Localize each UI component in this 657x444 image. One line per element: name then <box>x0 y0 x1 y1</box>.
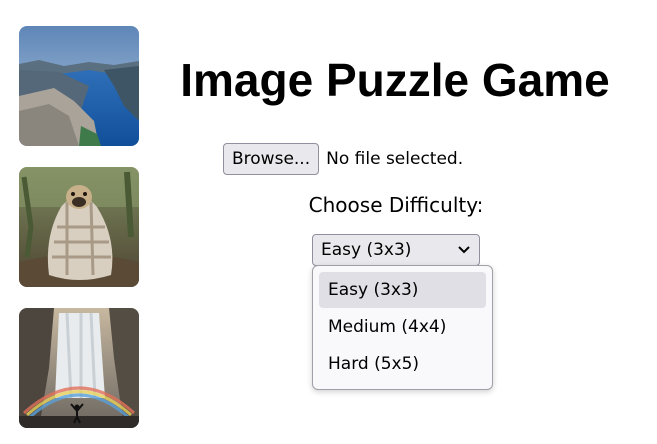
difficulty-label: Choose Difficulty: <box>308 193 484 217</box>
fjord-picture <box>19 26 139 146</box>
browse-button[interactable]: Browse... <box>223 143 320 175</box>
file-input[interactable]: Browse... No file selected. <box>223 143 463 175</box>
option-easy[interactable]: Easy (3x3) <box>319 272 486 308</box>
option-medium[interactable]: Medium (4x4) <box>319 309 486 345</box>
chevron-down-icon <box>458 246 470 254</box>
difficulty-selected-value: Easy (3x3) <box>321 240 412 260</box>
page: Image Puzzle Game Browse... No file sele… <box>0 0 657 444</box>
thumbnail-pug-image[interactable] <box>19 167 139 287</box>
file-status-text: No file selected. <box>326 149 464 169</box>
difficulty-dropdown-list: Easy (3x3) Medium (4x4) Hard (5x5) <box>312 265 493 390</box>
page-title: Image Puzzle Game <box>180 54 610 106</box>
pug-picture <box>19 167 139 287</box>
thumbnail-waterfall-image[interactable] <box>19 308 139 428</box>
option-hard[interactable]: Hard (5x5) <box>319 346 486 382</box>
waterfall-picture <box>19 308 139 428</box>
difficulty-select[interactable]: Easy (3x3) <box>312 234 480 266</box>
thumbnail-fjord-image[interactable] <box>19 26 139 146</box>
